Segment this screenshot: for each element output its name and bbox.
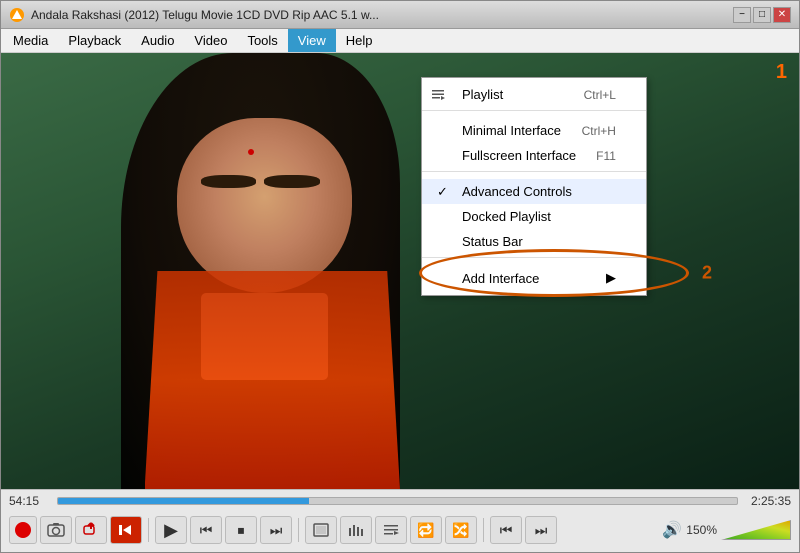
prev-media-button[interactable]: ⏮ [490,516,522,544]
loop-button[interactable] [75,516,107,544]
menu-item-status-bar[interactable]: Status Bar [422,229,646,254]
menu-item-fullscreen[interactable]: Fullscreen Interface F11 [422,143,646,168]
status-bar-label: Status Bar [462,234,523,249]
window-title: Andala Rakshasi (2012) Telugu Movie 1CD … [31,8,733,22]
menu-separator-1 [422,110,646,115]
fullscreen-label: Fullscreen Interface [462,148,576,163]
stop-button[interactable]: ⏹ [225,516,257,544]
next-button[interactable]: ⏭ [260,516,292,544]
separator-3 [483,518,484,542]
video-background [1,53,799,489]
docked-playlist-label: Docked Playlist [462,209,551,224]
advanced-controls-label: Advanced Controls [462,184,572,199]
title-bar: Andala Rakshasi (2012) Telugu Movie 1CD … [1,1,799,29]
vlc-window: Andala Rakshasi (2012) Telugu Movie 1CD … [0,0,800,553]
view-dropdown-menu: Playlist Ctrl+L Minimal Interface Ctrl+H… [421,77,647,296]
controls-area: 54:15 2:25:35 [1,489,799,552]
top-buttons-row: ▶ ⏮ ⏹ ⏭ [9,512,791,548]
menu-video[interactable]: Video [184,29,237,52]
menu-item-advanced-controls[interactable]: ✓ Advanced Controls [422,179,646,204]
end-time: 2:25:35 [746,494,791,508]
current-time: 54:15 [9,494,49,508]
menu-audio[interactable]: Audio [131,29,184,52]
close-button[interactable]: ✕ [773,7,791,23]
shuffle-button[interactable]: 🔀 [445,516,477,544]
submenu-arrow-icon: ▶ [606,270,616,286]
step1-annotation: 1 [776,61,787,84]
playlist-toggle-icon [382,522,400,538]
playlist-label: Playlist [462,87,503,102]
record-button[interactable] [9,516,37,544]
loop-icon [82,522,100,538]
record-icon [15,522,31,538]
snapshot-icon [47,522,65,538]
frame-back-button[interactable] [110,516,142,544]
menu-item-playlist[interactable]: Playlist Ctrl+L [422,82,646,107]
progress-fill [58,498,309,504]
loop2-button[interactable]: 🔁 [410,516,442,544]
progress-bar[interactable] [57,497,738,505]
advanced-controls-checkmark: ✓ [437,184,448,200]
menu-playback[interactable]: Playback [58,29,131,52]
play-button[interactable]: ▶ [155,516,187,544]
snapshot-button[interactable] [40,516,72,544]
minimal-shortcut: Ctrl+H [582,124,616,138]
prev-button[interactable]: ⏮ [190,516,222,544]
fullscreen-icon [312,522,330,538]
minimal-label: Minimal Interface [462,123,561,138]
next-media-button[interactable]: ⏭ [525,516,557,544]
menu-view[interactable]: View [288,29,336,52]
playlist-shortcut: Ctrl+L [584,88,616,102]
progress-row: 54:15 2:25:35 [9,494,791,508]
menu-bar: Media Playback Audio Video Tools View He… [1,29,799,53]
equalizer-button[interactable] [340,516,372,544]
menu-item-docked-playlist[interactable]: Docked Playlist [422,204,646,229]
volume-bar[interactable] [721,520,791,540]
menu-separator-2 [422,171,646,176]
window-controls: − □ ✕ [733,7,791,23]
fullscreen-shortcut: F11 [596,149,616,163]
fullscreen-button[interactable] [305,516,337,544]
frame-back-icon [117,522,135,538]
menu-help[interactable]: Help [336,29,383,52]
maximize-button[interactable]: □ [753,7,771,23]
add-interface-label: Add Interface [462,271,539,286]
menu-item-add-interface[interactable]: Add Interface ▶ [422,265,646,291]
menu-item-minimal[interactable]: Minimal Interface Ctrl+H [422,118,646,143]
volume-icon: 🔊 [662,520,682,540]
menu-tools[interactable]: Tools [237,29,287,52]
separator-2 [298,518,299,542]
equalizer-icon [347,522,365,538]
menu-media[interactable]: Media [3,29,58,52]
menu-separator-3 [422,257,646,262]
vlc-icon [9,7,25,23]
playlist-icon [428,88,448,102]
main-content: 1 Playlist Ctrl+L Minimal Interfa [1,53,799,489]
volume-section: 🔊 150% [662,520,791,540]
separator-1 [148,518,149,542]
video-area[interactable]: 1 [1,53,799,489]
minimize-button[interactable]: − [733,7,751,23]
volume-label: 150% [686,523,717,537]
playlist-toggle-button[interactable] [375,516,407,544]
